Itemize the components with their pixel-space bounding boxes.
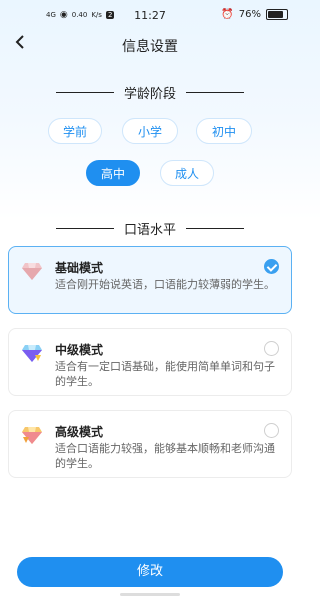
level-card-intermediate[interactable]: 中级模式 适合有一定口语基础，能使用简单单词和句子的学生。 — [8, 328, 292, 396]
home-indicator — [120, 593, 180, 596]
level-description: 适合刚开始说英语，口语能力较薄弱的学生。 — [55, 278, 275, 291]
age-option-adult[interactable]: 成人 — [160, 160, 214, 186]
status-bar: 4G ◉ 0.40 K/s 2 11:27 ⏰ 76% — [0, 0, 300, 32]
age-section-heading: 学龄阶段 — [0, 83, 300, 102]
level-name: 基础模式 — [55, 261, 104, 275]
level-section-title: 口语水平 — [123, 223, 176, 238]
level-card-advanced[interactable]: 高级模式 适合口语能力较强，能够基本顺畅和老师沟通的学生。 — [8, 410, 292, 478]
status-right: ⏰ 76% — [221, 9, 288, 20]
age-option-junior-high[interactable]: 初中 — [196, 118, 252, 144]
diamond-gold-icon — [21, 425, 43, 445]
radio-button[interactable] — [264, 341, 279, 356]
alarm-icon: ⏰ — [221, 9, 234, 20]
battery-percent: 76% — [238, 9, 261, 20]
divider-line — [55, 92, 114, 93]
modify-button[interactable]: 修改 — [17, 557, 283, 587]
age-option-preschool[interactable]: 学前 — [48, 118, 102, 144]
battery-icon — [266, 9, 288, 20]
page-title: 信息设置 — [122, 39, 178, 55]
radio-button[interactable] — [264, 423, 279, 438]
divider-line — [55, 228, 114, 229]
divider-line — [186, 228, 244, 229]
level-name: 中级模式 — [55, 343, 104, 357]
diamond-blue-icon — [21, 343, 43, 363]
level-name: 高级模式 — [55, 425, 104, 439]
check-icon[interactable] — [264, 259, 279, 274]
nav-bar: 信息设置 — [0, 32, 300, 60]
level-card-basic[interactable]: 基础模式 适合刚开始说英语，口语能力较薄弱的学生。 — [8, 246, 292, 314]
level-description: 适合口语能力较强，能够基本顺畅和老师沟通的学生。 — [55, 442, 275, 470]
age-option-primary[interactable]: 小学 — [122, 118, 178, 144]
level-section-heading: 口语水平 — [0, 219, 300, 238]
divider-line — [186, 92, 244, 93]
level-description: 适合有一定口语基础，能使用简单单词和句子的学生。 — [55, 360, 275, 388]
age-option-senior-high[interactable]: 高中 — [86, 160, 140, 186]
age-section-title: 学龄阶段 — [123, 87, 176, 102]
diamond-pink-icon — [21, 261, 43, 281]
